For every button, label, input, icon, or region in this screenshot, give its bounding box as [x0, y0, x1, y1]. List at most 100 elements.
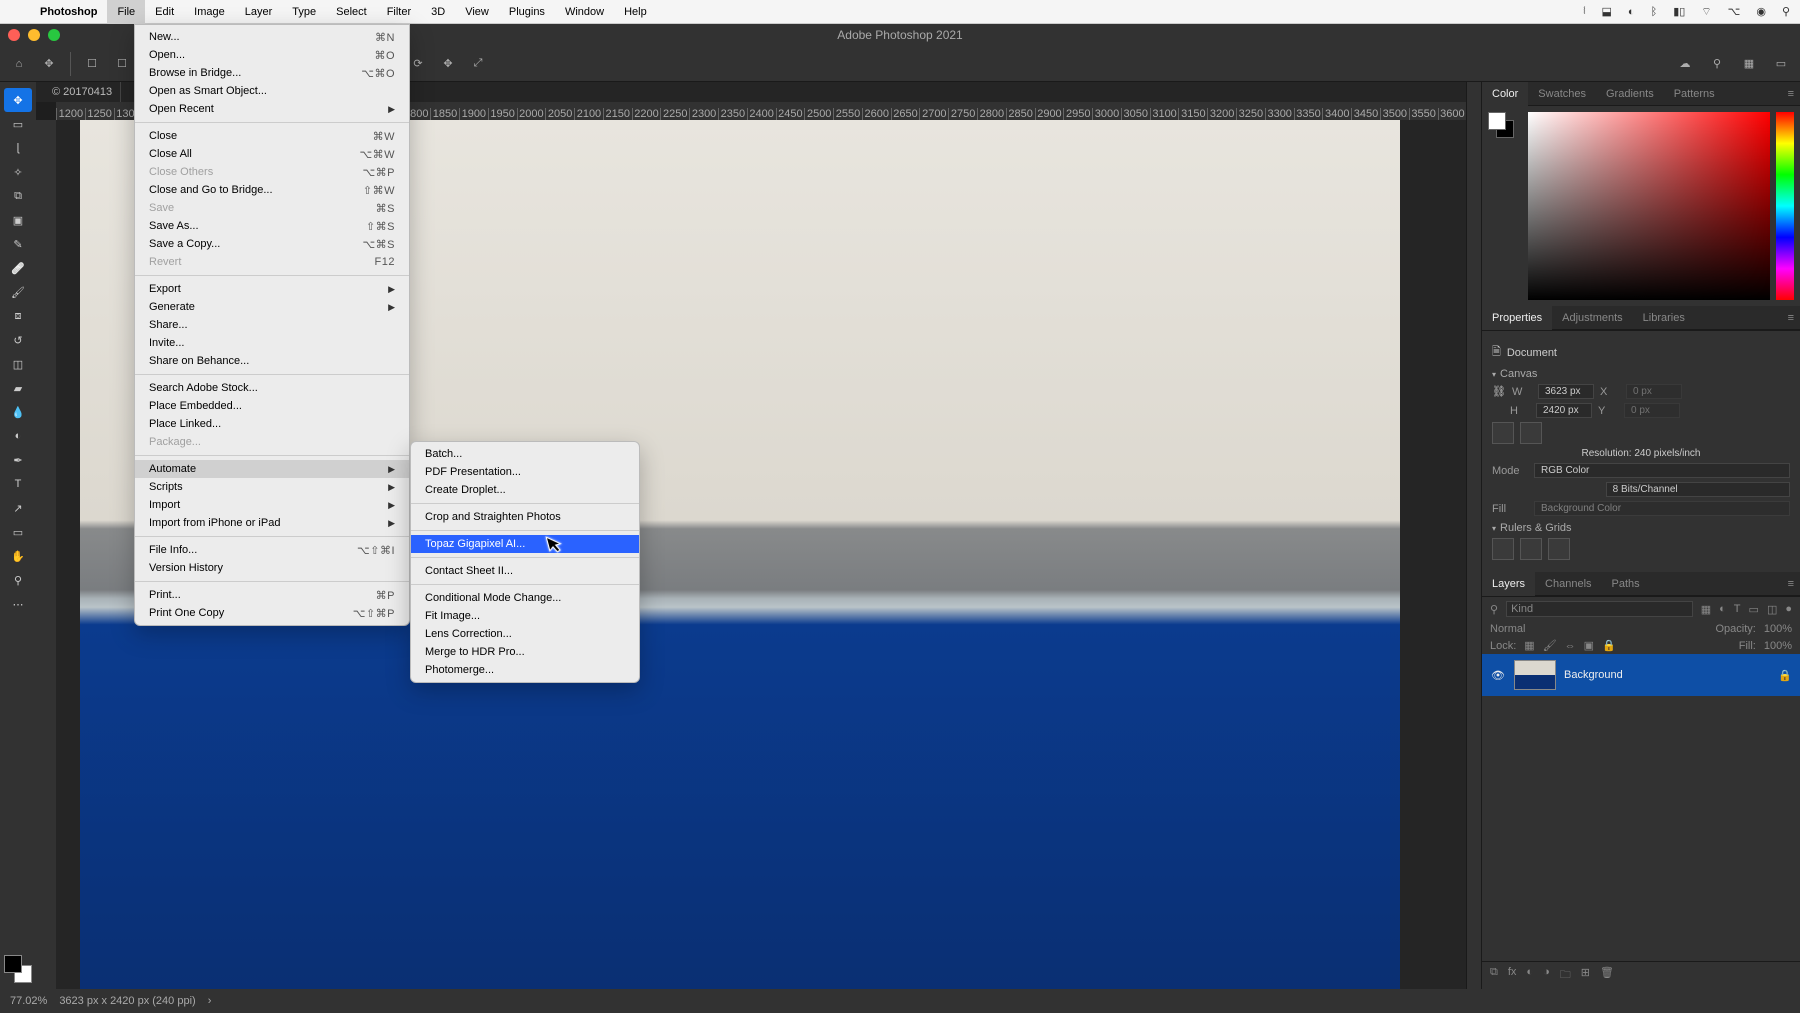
ruler-vertical[interactable]	[36, 120, 56, 989]
panel-menu-icon[interactable]: ≡	[1782, 82, 1800, 106]
menu-plugins[interactable]: Plugins	[499, 0, 555, 24]
transform-controls-check[interactable]: ☐	[113, 55, 131, 73]
wifi-icon[interactable]: ⧙	[1583, 5, 1585, 18]
orientation-landscape-button[interactable]	[1520, 422, 1542, 444]
move-tool[interactable]: ✥	[4, 88, 32, 112]
orientation-portrait-button[interactable]	[1492, 422, 1514, 444]
menu-item-contact-sheet-ii[interactable]: Contact Sheet II...	[411, 562, 639, 580]
canvas-x-field[interactable]: 0 px	[1626, 384, 1682, 399]
menu-item-batch[interactable]: Batch...	[411, 445, 639, 463]
fill-select[interactable]: Background Color	[1534, 501, 1790, 516]
menu-item-close[interactable]: Close⌘W	[135, 127, 409, 145]
grid-toggle-button[interactable]	[1520, 538, 1542, 560]
new-layer-icon[interactable]: ⊞	[1581, 966, 1590, 985]
control-center-icon[interactable]: ⌥	[1728, 5, 1741, 18]
healing-brush-tool[interactable]: 🩹	[4, 256, 32, 280]
menu-item-conditional-mode-change[interactable]: Conditional Mode Change...	[411, 589, 639, 607]
doc-info[interactable]: 3623 px x 2420 px (240 ppi)	[59, 995, 195, 1007]
blur-tool[interactable]: 💧	[4, 400, 32, 424]
menu-item-share[interactable]: Share...	[135, 316, 409, 334]
filter-toggle-icon[interactable]: ●	[1785, 603, 1792, 615]
document-tab[interactable]: © 20170413	[44, 82, 121, 102]
lock-all-icon[interactable]: 🔒	[1602, 639, 1616, 652]
menu-type[interactable]: Type	[282, 0, 326, 24]
menu-item-new[interactable]: New...⌘N	[135, 28, 409, 46]
ruler-toggle-button[interactable]	[1492, 538, 1514, 560]
menu-item-file-info[interactable]: File Info...⌥⇧⌘I	[135, 541, 409, 559]
canvas-height-field[interactable]: 2420 px	[1536, 403, 1592, 418]
doc-info-arrow-icon[interactable]: ›	[208, 995, 212, 1007]
menu-item-automate[interactable]: Automate▶	[135, 460, 409, 478]
menu-item-import-from-iphone-or-ipad[interactable]: Import from iPhone or iPad▶	[135, 514, 409, 532]
tab-gradients[interactable]: Gradients	[1596, 82, 1664, 106]
delete-layer-icon[interactable]: 🗑	[1600, 966, 1614, 985]
fill-field[interactable]: 100%	[1764, 640, 1792, 652]
hue-slider[interactable]	[1776, 112, 1794, 300]
brush-tool[interactable]: 🖌	[4, 280, 32, 304]
tab-libraries[interactable]: Libraries	[1633, 306, 1695, 330]
guides-toggle-button[interactable]	[1548, 538, 1570, 560]
roll-icon[interactable]: ⤢	[469, 55, 487, 73]
canvas-y-field[interactable]: 0 px	[1624, 403, 1680, 418]
filter-type-icon[interactable]: T	[1734, 603, 1741, 615]
home-icon[interactable]: ⌂	[10, 55, 28, 73]
layer-visibility-icon[interactable]: 👁	[1490, 669, 1506, 682]
menu-item-open-recent[interactable]: Open Recent▶	[135, 100, 409, 118]
lock-position-icon[interactable]: ⇔	[1565, 640, 1576, 652]
menu-item-generate[interactable]: Generate▶	[135, 298, 409, 316]
layer-row[interactable]: 👁 Background 🔒	[1482, 654, 1800, 696]
menu-item-close-all[interactable]: Close All⌥⌘W	[135, 145, 409, 163]
lock-transparency-icon[interactable]: ▦	[1524, 639, 1534, 652]
orbit-icon[interactable]: ⟳	[409, 55, 427, 73]
layer-mask-icon[interactable]: ◐	[1526, 966, 1533, 985]
fg-bg-swatch[interactable]	[4, 955, 32, 983]
menu-item-export[interactable]: Export▶	[135, 280, 409, 298]
menu-item-lens-correction[interactable]: Lens Correction...	[411, 625, 639, 643]
color-spectrum[interactable]	[1528, 112, 1770, 300]
menu-item-version-history[interactable]: Version History	[135, 559, 409, 577]
tab-properties[interactable]: Properties	[1482, 306, 1552, 330]
workspace-icon[interactable]: ▭	[1772, 55, 1790, 73]
menu-view[interactable]: View	[455, 0, 499, 24]
menu-item-merge-to-hdr-pro[interactable]: Merge to HDR Pro...	[411, 643, 639, 661]
menu-item-open[interactable]: Open...⌘O	[135, 46, 409, 64]
layer-name[interactable]: Background	[1564, 669, 1623, 681]
canvas-width-field[interactable]: 3623 px	[1538, 384, 1594, 399]
canvas-section-label[interactable]: Canvas	[1492, 368, 1790, 380]
tab-patterns[interactable]: Patterns	[1664, 82, 1725, 106]
zoom-tool[interactable]: ⚲	[4, 568, 32, 592]
gradient-tool[interactable]: ▰	[4, 376, 32, 400]
menu-filter[interactable]: Filter	[377, 0, 421, 24]
clone-stamp-tool[interactable]: ⧈	[4, 304, 32, 328]
color-mode-select[interactable]: RGB Color	[1534, 463, 1790, 478]
layer-lock-icon[interactable]: 🔒	[1778, 669, 1792, 682]
menu-item-import[interactable]: Import▶	[135, 496, 409, 514]
opacity-field[interactable]: 100%	[1764, 623, 1792, 635]
menu-item-place-embedded[interactable]: Place Embedded...	[135, 397, 409, 415]
lasso-tool[interactable]: ɭ	[4, 136, 32, 160]
menu-item-scripts[interactable]: Scripts▶	[135, 478, 409, 496]
path-tool[interactable]: ↗	[4, 496, 32, 520]
edit-toolbar-icon[interactable]: ⋯	[4, 592, 32, 616]
spotlight-icon[interactable]: ⚲	[1782, 5, 1790, 18]
tab-channels[interactable]: Channels	[1535, 572, 1601, 596]
menu-item-create-droplet[interactable]: Create Droplet...	[411, 481, 639, 499]
layer-group-icon[interactable]: 🗀	[1560, 966, 1571, 985]
bluetooth-icon[interactable]: ᛒ	[1651, 6, 1658, 18]
window-close-button[interactable]	[8, 29, 20, 41]
layer-kind-select[interactable]: Kind	[1506, 601, 1693, 617]
menu-image[interactable]: Image	[184, 0, 235, 24]
tab-layers[interactable]: Layers	[1482, 572, 1535, 596]
filter-shape-icon[interactable]: ▭	[1749, 603, 1759, 616]
wifi-status-icon[interactable]: ⌔	[1701, 5, 1711, 19]
menu-item-save-as[interactable]: Save As...⇧⌘S	[135, 217, 409, 235]
filter-pixel-icon[interactable]: ▦	[1701, 603, 1711, 616]
filter-smart-icon[interactable]: ◫	[1767, 603, 1777, 616]
menu-item-search-adobe-stock[interactable]: Search Adobe Stock...	[135, 379, 409, 397]
link-wh-icon[interactable]: ⛓	[1492, 385, 1506, 398]
panel-dock-strip[interactable]	[1466, 82, 1482, 989]
bit-depth-select[interactable]: 8 Bits/Channel	[1606, 482, 1790, 497]
cloud-icon[interactable]: ☁	[1676, 55, 1694, 73]
tab-adjustments[interactable]: Adjustments	[1552, 306, 1633, 330]
menu-item-open-as-smart-object[interactable]: Open as Smart Object...	[135, 82, 409, 100]
